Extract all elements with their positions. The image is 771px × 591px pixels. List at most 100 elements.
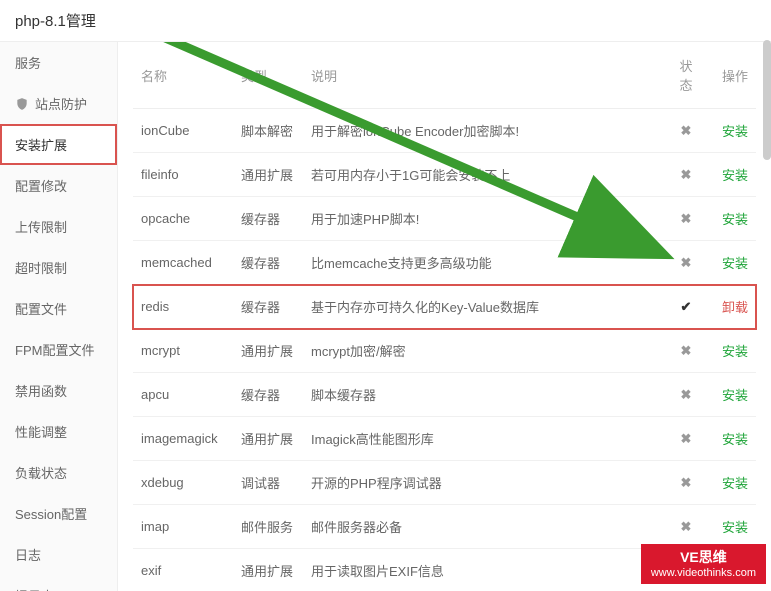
ext-desc: 开源的PHP程序调试器 (303, 461, 666, 505)
table-row: mcrypt通用扩展mcrypt加密/解密✖安装 (133, 329, 756, 373)
x-icon: ✖ (679, 167, 693, 183)
col-header-type: 类型 (233, 42, 303, 109)
ext-desc: 邮件服务器必备 (303, 505, 666, 549)
ext-desc: 用于加速PHP脚本! (303, 197, 666, 241)
ext-type: 缓存器 (233, 197, 303, 241)
sidebar-item-2[interactable]: 安装扩展 (0, 124, 117, 165)
sidebar-item-4[interactable]: 上传限制 (0, 206, 117, 247)
ext-action: 安装 (706, 505, 756, 549)
ext-status: ✖ (666, 461, 706, 505)
ext-type: 脚本解密 (233, 109, 303, 153)
ext-name: ionCube (133, 109, 233, 153)
table-row: fileinfo通用扩展若可用内存小于1G可能会安装不上✖安装 (133, 153, 756, 197)
sidebar-item-9[interactable]: 性能调整 (0, 411, 117, 452)
check-icon: ✔ (679, 299, 693, 315)
ext-type: 缓存器 (233, 285, 303, 329)
table-row: xdebug调试器开源的PHP程序调试器 ✖ 安装 (133, 461, 756, 505)
ext-type: 缓存器 (233, 373, 303, 417)
sidebar-item-label: 禁用函数 (15, 381, 67, 400)
install-link[interactable]: 安装 (722, 344, 748, 359)
sidebar-item-label: Session配置 (15, 504, 87, 523)
sidebar-item-label: 性能调整 (15, 422, 67, 441)
ext-status: ✖ (666, 153, 706, 197)
ext-status: ✖ (666, 505, 706, 549)
install-link[interactable]: 安装 (722, 520, 748, 535)
x-icon: ✖ (679, 431, 693, 447)
install-link[interactable]: 安装 (722, 432, 748, 447)
ext-action: 安装 (706, 109, 756, 153)
ext-desc: 基于内存亦可持久化的Key-Value数据库 (303, 285, 666, 329)
table-row: imagemagick通用扩展Imagick高性能图形库 ✖ 安装 (133, 417, 756, 461)
install-link[interactable]: 安装 (722, 212, 748, 227)
sidebar-item-label: 安装扩展 (15, 135, 67, 154)
ext-desc: 用于读取图片EXIF信息 (303, 549, 666, 591)
ext-action: 安装 (706, 329, 756, 373)
ext-type: 通用扩展 (233, 417, 303, 461)
main-panel: 名称 类型 说明 状态 操作 ionCube脚本解密用于解密ionCube En… (118, 42, 771, 591)
ext-status: ✖ (666, 373, 706, 417)
sidebar-item-0[interactable]: 服务 (0, 42, 117, 83)
sidebar-item-label: 上传限制 (15, 217, 67, 236)
ext-desc: mcrypt加密/解密 (303, 329, 666, 373)
sidebar-item-10[interactable]: 负载状态 (0, 452, 117, 493)
table-row: ionCube脚本解密用于解密ionCube Encoder加密脚本!✖安装 (133, 109, 756, 153)
ext-desc: 若可用内存小于1G可能会安装不上 (303, 153, 666, 197)
sidebar-item-label: 超时限制 (15, 258, 67, 277)
ext-type: 缓存器 (233, 241, 303, 285)
col-header-status: 状态 (666, 42, 706, 109)
sidebar-item-11[interactable]: Session配置 (0, 493, 117, 534)
install-link[interactable]: 安装 (722, 388, 748, 403)
ext-desc: 脚本缓存器 (303, 373, 666, 417)
ext-name: apcu (133, 373, 233, 417)
ext-name: imap (133, 505, 233, 549)
ext-name: exif (133, 549, 233, 591)
ext-status: ✖ (666, 417, 706, 461)
table-row: imap邮件服务邮件服务器必备✖安装 (133, 505, 756, 549)
x-icon: ✖ (679, 211, 693, 227)
sidebar-item-7[interactable]: FPM配置文件 (0, 329, 117, 370)
sidebar-item-label: FPM配置文件 (15, 340, 94, 359)
ext-action: 安装 (706, 241, 756, 285)
x-icon: ✖ (679, 475, 693, 491)
table-row: memcached缓存器比memcache支持更多高级功能✖安装 (133, 241, 756, 285)
install-link[interactable]: 安装 (722, 168, 748, 183)
ext-type: 通用扩展 (233, 153, 303, 197)
sidebar: 服务站点防护安装扩展配置修改上传限制超时限制配置文件 FPM配置文件禁用函数性能调… (0, 42, 118, 591)
watermark-title: VE思维 (651, 548, 756, 566)
x-icon: ✖ (679, 519, 693, 535)
sidebar-item-label: 站点防护 (35, 94, 87, 113)
ext-status: ✖ (666, 241, 706, 285)
ext-desc: Imagick高性能图形库 (303, 417, 666, 461)
sidebar-item-label: 服务 (15, 53, 41, 72)
sidebar-item-8[interactable]: 禁用函数 (0, 370, 117, 411)
install-link[interactable]: 安装 (722, 256, 748, 271)
ext-name: opcache (133, 197, 233, 241)
ext-name: xdebug (133, 461, 233, 505)
sidebar-item-1[interactable]: 站点防护 (0, 83, 117, 124)
shield-icon (15, 97, 29, 111)
ext-name: imagemagick (133, 417, 233, 461)
sidebar-item-6[interactable]: 配置文件 (0, 288, 117, 329)
table-header-row: 名称 类型 说明 状态 操作 (133, 42, 756, 109)
ext-action: 安装 (706, 197, 756, 241)
scrollbar[interactable] (763, 40, 771, 160)
sidebar-item-label: 配置文件 (15, 299, 67, 318)
sidebar-item-label: 配置修改 (15, 176, 67, 195)
ext-status: ✖ (666, 197, 706, 241)
x-icon: ✖ (679, 343, 693, 359)
install-link[interactable]: 安装 (722, 476, 748, 491)
sidebar-item-12[interactable]: 日志 (0, 534, 117, 575)
x-icon: ✖ (679, 255, 693, 271)
ext-status: ✔ (666, 285, 706, 329)
ext-action: 安装 (706, 417, 756, 461)
install-link[interactable]: 安装 (722, 124, 748, 139)
table-row: redis缓存器基于内存亦可持久化的Key-Value数据库✔卸载 (133, 285, 756, 329)
ext-name: mcrypt (133, 329, 233, 373)
watermark-url: www.videothinks.com (651, 566, 756, 580)
col-header-name: 名称 (133, 42, 233, 109)
uninstall-link[interactable]: 卸载 (722, 300, 748, 315)
table-row: opcache缓存器用于加速PHP脚本! ✖ 安装 (133, 197, 756, 241)
sidebar-item-3[interactable]: 配置修改 (0, 165, 117, 206)
ext-type: 调试器 (233, 461, 303, 505)
sidebar-item-5[interactable]: 超时限制 (0, 247, 117, 288)
